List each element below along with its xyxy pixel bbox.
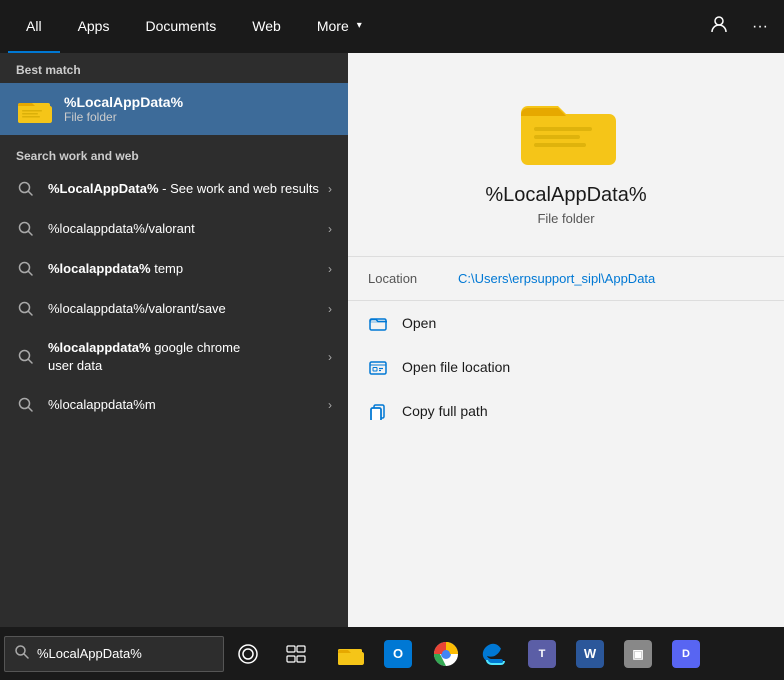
copy-path-action[interactable]: Copy full path — [348, 389, 784, 433]
tab-web-label: Web — [252, 18, 281, 34]
tab-all[interactable]: All — [8, 0, 60, 53]
best-match-subtitle: File folder — [64, 110, 183, 124]
tab-more[interactable]: More ▾ — [299, 0, 380, 53]
teams-button[interactable]: T — [520, 627, 564, 680]
app-button[interactable]: ▣ — [616, 627, 660, 680]
word-button[interactable]: W — [568, 627, 612, 680]
chevron-right-icon: › — [328, 302, 332, 316]
copy-icon — [368, 401, 388, 421]
location-link[interactable]: C:\Users\erpsupport_sipl\AppData — [458, 271, 655, 286]
taskbar-apps: O — [328, 627, 708, 680]
search-icon — [16, 219, 36, 239]
list-item-text: %localappdata%/valorant/save — [48, 300, 328, 318]
nav-right: ··· — [702, 7, 776, 46]
search-icon — [16, 179, 36, 199]
teams-icon: T — [528, 640, 556, 668]
chevron-down-icon: ▾ — [357, 20, 362, 31]
open-action[interactable]: Open — [348, 301, 784, 345]
taskbar: %LocalAppData% — [0, 627, 784, 680]
left-panel: Best match %LocalAppData% File folder Se… — [0, 53, 348, 680]
ellipsis-icon: ··· — [752, 18, 768, 35]
more-options-button[interactable]: ··· — [744, 10, 776, 44]
chevron-right-icon: › — [328, 182, 332, 196]
list-item[interactable]: %LocalAppData% - See work and web result… — [0, 169, 348, 209]
taskbar-search-text: %LocalAppData% — [37, 646, 142, 661]
list-item[interactable]: %localappdata% temp › — [0, 249, 348, 289]
edge-button[interactable] — [472, 627, 516, 680]
taskbar-search-box[interactable]: %LocalAppData% — [4, 636, 224, 672]
list-item-text: %localappdata% google chromeuser data — [48, 339, 328, 375]
best-match-text: %LocalAppData% File folder — [64, 94, 183, 124]
chrome-icon — [432, 640, 460, 668]
open-file-location-action[interactable]: Open file location — [348, 345, 784, 389]
word-icon: W — [576, 640, 604, 668]
cortana-button[interactable] — [224, 627, 272, 680]
list-item-text: %localappdata% temp — [48, 260, 328, 278]
outlook-icon: O — [384, 640, 412, 668]
open-folder-icon — [368, 313, 388, 333]
tab-more-label: More — [317, 18, 349, 34]
result-title: %LocalAppData% — [485, 184, 646, 207]
search-icon — [16, 259, 36, 279]
right-panel: %LocalAppData% File folder Location C:\U… — [348, 53, 784, 680]
chevron-right-icon: › — [328, 222, 332, 236]
result-subtitle: File folder — [537, 211, 594, 226]
search-icon — [16, 347, 36, 367]
search-work-label: Search work and web — [0, 139, 348, 169]
tab-web[interactable]: Web — [234, 0, 299, 53]
search-icon — [16, 299, 36, 319]
discord-button[interactable]: D — [664, 627, 708, 680]
user-icon-button[interactable] — [702, 7, 736, 46]
chrome-button[interactable] — [424, 627, 468, 680]
edge-icon — [480, 640, 508, 668]
open-label: Open — [402, 315, 436, 331]
folder-icon-large — [516, 83, 616, 168]
location-row: Location C:\Users\erpsupport_sipl\AppDat… — [348, 257, 784, 301]
tab-documents[interactable]: Documents — [127, 0, 234, 53]
chevron-right-icon: › — [328, 350, 332, 364]
copy-path-label: Copy full path — [402, 403, 488, 419]
taskbar-search-icon — [15, 645, 29, 662]
tab-apps-label: Apps — [78, 18, 110, 34]
task-view-button[interactable] — [272, 627, 320, 680]
discord-icon: D — [672, 640, 700, 668]
file-explorer-icon — [336, 640, 364, 668]
best-match-label: Best match — [0, 53, 348, 83]
app-icon: ▣ — [624, 640, 652, 668]
best-match-title: %LocalAppData% — [64, 94, 183, 110]
list-item[interactable]: %localappdata%m › — [0, 385, 348, 425]
open-file-location-label: Open file location — [402, 359, 510, 375]
tab-all-label: All — [26, 18, 42, 34]
list-item[interactable]: %localappdata%/valorant › — [0, 209, 348, 249]
chevron-right-icon: › — [328, 398, 332, 412]
location-label: Location — [368, 271, 458, 286]
tab-documents-label: Documents — [145, 18, 216, 34]
list-item-text: %localappdata%m — [48, 396, 328, 414]
tab-apps[interactable]: Apps — [60, 0, 128, 53]
folder-icon-small — [16, 91, 52, 127]
list-item-text: %localappdata%/valorant — [48, 220, 328, 238]
open-location-icon — [368, 357, 388, 377]
chevron-right-icon: › — [328, 262, 332, 276]
list-item[interactable]: %localappdata%/valorant/save › — [0, 289, 348, 329]
best-match-item[interactable]: %LocalAppData% File folder — [0, 83, 348, 135]
main-container: Best match %LocalAppData% File folder Se… — [0, 53, 784, 680]
top-nav: All Apps Documents Web More ▾ ··· — [0, 0, 784, 53]
file-explorer-button[interactable] — [328, 627, 372, 680]
list-item-text: %LocalAppData% - See work and web result… — [48, 180, 328, 198]
search-icon — [16, 395, 36, 415]
list-item[interactable]: %localappdata% google chromeuser data › — [0, 329, 348, 385]
outlook-button[interactable]: O — [376, 627, 420, 680]
